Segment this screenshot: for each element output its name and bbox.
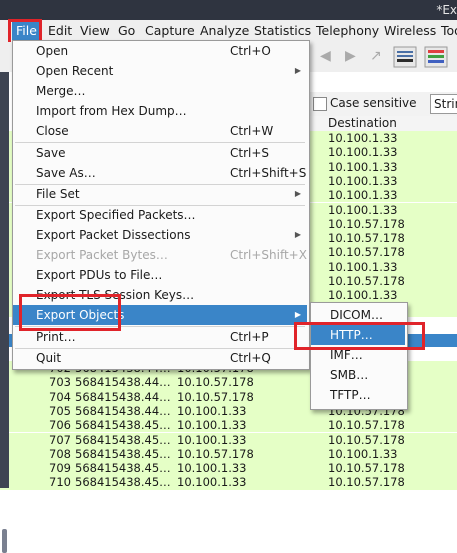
time-cell: 568415438.44… [75, 403, 171, 418]
menu-item-save-as[interactable]: Save As… Ctrl+Shift+S [13, 163, 307, 183]
menu-item-export-pdus[interactable]: Export PDUs to File… [13, 265, 307, 285]
menu-telephony[interactable]: Telephony [316, 23, 379, 38]
go-to-packet-icon[interactable]: ↗ [370, 48, 382, 64]
packet-number-cell: 705 [49, 403, 71, 418]
menu-analyze[interactable]: Analyze [200, 23, 249, 38]
menu-wireless[interactable]: Wireless [384, 23, 436, 38]
menu-item-open[interactable]: Open Ctrl+O [13, 41, 307, 61]
export-objects-submenu: DICOM… HTTP… IMF… SMB… TFTP… [310, 302, 408, 410]
time-cell: 568415438.45… [75, 461, 171, 476]
title-bar: *Ex [0, 0, 457, 20]
menu-item-export-dissections[interactable]: Export Packet Dissections ▶ [13, 225, 307, 245]
submenu-arrow-icon: ▶ [294, 189, 301, 198]
destination-cell: 10.10.57.178 [328, 274, 405, 288]
source-cell: 10.10.57.178 [177, 375, 254, 390]
menu-go[interactable]: Go [118, 23, 135, 38]
menu-edit[interactable]: Edit [48, 23, 72, 38]
menu-view[interactable]: View [80, 23, 110, 38]
menu-item-merge[interactable]: Merge… [13, 81, 307, 101]
side-gutter [0, 72, 9, 553]
destination-cell: 10.100.1.33 [328, 131, 398, 145]
destination-cell: 10.100.1.33 [328, 173, 398, 188]
destination-cell: 10.100.1.33 [328, 159, 398, 174]
time-cell: 568415438.44… [75, 389, 171, 404]
menu-item-import-hex[interactable]: Import from Hex Dump… [13, 101, 307, 121]
destination-cell: 10.10.57.178 [328, 231, 405, 246]
destination-cell: 10.100.1.33 [328, 188, 398, 203]
scrollbar-handle[interactable] [2, 529, 7, 553]
time-cell: 568415438.45… [75, 432, 171, 447]
column-header: Destination [300, 116, 457, 132]
time-cell: 568415438.45… [75, 446, 171, 461]
submenu-item-smb[interactable]: SMB… [311, 365, 405, 385]
source-cell: 10.10.57.178 [177, 389, 254, 404]
destination-cell: 10.100.1.33 [328, 145, 398, 160]
packet-number-cell: 706 [49, 418, 71, 433]
menu-item-open-recent[interactable]: Open Recent ▶ [13, 61, 307, 81]
time-cell: 568415438.44… [75, 375, 171, 390]
source-cell: 10.100.1.33 [177, 403, 247, 418]
source-cell: 10.10.57.178 [177, 446, 254, 461]
autoscroll-icon[interactable] [393, 46, 417, 68]
destination-cell: 10.100.1.33 [328, 446, 398, 461]
packet-number-cell: 703 [49, 375, 71, 390]
source-cell: 10.100.1.33 [177, 418, 247, 433]
highlight-http [294, 322, 425, 350]
menu-item-quit[interactable]: Quit Ctrl+Q [13, 348, 307, 368]
highlight-export-objects [19, 294, 121, 331]
menu-item-file-set[interactable]: File Set ▶ [13, 184, 307, 204]
packet-number-cell: 707 [49, 432, 71, 447]
destination-cell: 10.10.57.178 [328, 216, 405, 231]
menu-statistics[interactable]: Statistics [254, 23, 311, 38]
menu-tools[interactable]: Too [441, 23, 457, 38]
source-cell: 10.100.1.33 [177, 461, 247, 476]
case-sensitive-checkbox[interactable] [313, 97, 327, 111]
packet-number-cell: 704 [49, 389, 71, 404]
window-title: *Ex [436, 3, 457, 17]
destination-cell: 10.100.1.33 [328, 202, 398, 217]
destination-cell: 10.100.1.33 [328, 259, 398, 274]
destination-cell: 10.10.57.178 [328, 418, 405, 433]
destination-column-header[interactable]: Destination [328, 116, 397, 130]
table-row[interactable]: 708 568415438.45… 10.10.57.178 10.100.1.33 [0, 446, 457, 462]
menu-item-export-bytes[interactable]: Export Packet Bytes… Ctrl+Shift+X [13, 245, 307, 265]
submenu-arrow-icon: ▶ [294, 66, 301, 75]
menu-item-save[interactable]: Save Ctrl+S [13, 143, 307, 163]
go-back-icon[interactable]: ◀ [320, 48, 331, 64]
table-row[interactable]: 709 568415438.45… 10.100.1.33 10.10.57.178 [0, 461, 457, 476]
submenu-item-tftp[interactable]: TFTP… [311, 385, 405, 405]
find-bar: Case sensitive Strin [300, 92, 457, 116]
go-forward-icon[interactable]: ▶ [345, 48, 356, 64]
packet-number-cell: 708 [49, 446, 71, 461]
submenu-arrow-icon: ▶ [294, 230, 301, 239]
case-sensitive-label: Case sensitive [330, 96, 417, 110]
time-cell: 568415438.45… [75, 418, 171, 433]
table-row[interactable]: 706 568415438.45… 10.100.1.33 10.10.57.178 [0, 418, 457, 433]
table-row[interactable]: 707 568415438.45… 10.100.1.33 10.10.57.178 [0, 432, 457, 447]
packet-number-cell: 709 [49, 461, 71, 476]
destination-cell: 10.10.57.178 [328, 461, 405, 476]
destination-cell: 10.100.1.33 [328, 288, 398, 303]
destination-cell: 10.10.57.178 [328, 432, 405, 447]
menu-item-export-specified[interactable]: Export Specified Packets… [13, 205, 307, 225]
menu-capture[interactable]: Capture [145, 23, 195, 38]
colorize-icon[interactable] [424, 46, 448, 68]
search-type-select[interactable]: Strin [430, 94, 457, 114]
source-cell: 10.100.1.33 [177, 432, 247, 447]
destination-cell: 10.10.57.178 [328, 245, 405, 260]
menu-item-close[interactable]: Close Ctrl+W [13, 121, 307, 141]
